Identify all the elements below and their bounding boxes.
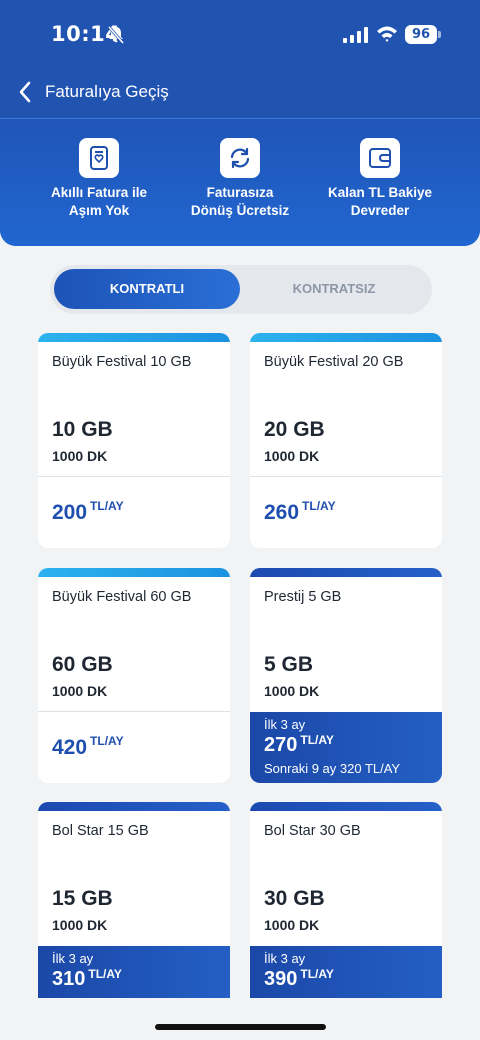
card-accent-bar: [250, 333, 442, 342]
plan-data: 15 GB: [52, 887, 113, 910]
card-divider: [38, 476, 230, 477]
plan-minutes: 1000 DK: [264, 683, 320, 699]
plan-name: Prestij 5 GB: [264, 589, 342, 605]
card-accent-bar: [38, 568, 230, 577]
card-accent-bar: [250, 568, 442, 577]
plan-name: Büyük Festival 10 GB: [52, 354, 192, 370]
card-accent-bar: [38, 333, 230, 342]
promo-price: 270 TL/AY: [264, 733, 334, 757]
price-unit: TL/AY: [88, 967, 122, 981]
plan-data: 60 GB: [52, 653, 113, 676]
plan-name: Bol Star 15 GB: [52, 823, 149, 839]
price-value: 420: [52, 736, 88, 759]
plan-card[interactable]: Büyük Festival 60 GB 60 GB 1000 DK 420 TL…: [38, 568, 230, 783]
plan-data: 30 GB: [264, 887, 325, 910]
price-value: 200: [52, 501, 88, 524]
plan-minutes: 1000 DK: [52, 448, 108, 464]
price-value: 310: [52, 968, 86, 990]
plan-price: 260 TL/AY: [264, 499, 336, 525]
card-accent-bar: [38, 802, 230, 811]
card-accent-bar: [250, 802, 442, 811]
plan-name: Büyük Festival 20 GB: [264, 354, 404, 370]
promo-label: İlk 3 ay: [52, 951, 94, 966]
promo-price: 390 TL/AY: [264, 967, 334, 991]
plan-minutes: 1000 DK: [52, 683, 108, 699]
home-indicator[interactable]: [155, 1024, 326, 1030]
plan-price: 200 TL/AY: [52, 499, 124, 525]
price-unit: TL/AY: [90, 734, 124, 748]
plan-data: 20 GB: [264, 418, 325, 441]
plan-minutes: 1000 DK: [264, 448, 320, 464]
card-divider: [38, 711, 230, 712]
plan-price: 420 TL/AY: [52, 734, 124, 760]
plan-card[interactable]: Büyük Festival 10 GB 10 GB 1000 DK 200 TL…: [38, 333, 230, 548]
promo-panel: İlk 3 ay 270 TL/AY Sonraki 9 ay 320 TL/AY: [250, 712, 442, 783]
plan-minutes: 1000 DK: [264, 917, 320, 933]
promo-panel: İlk 3 ay 310 TL/AY: [38, 946, 230, 998]
price-unit: TL/AY: [300, 967, 334, 981]
plan-card[interactable]: Bol Star 30 GB 30 GB 1000 DK İlk 3 ay 39…: [250, 802, 442, 998]
price-value: 390: [264, 968, 298, 990]
price-unit: TL/AY: [300, 733, 334, 747]
promo-followup: Sonraki 9 ay 320 TL/AY: [264, 761, 401, 776]
plan-card[interactable]: Prestij 5 GB 5 GB 1000 DK İlk 3 ay 270 TL…: [250, 568, 442, 783]
price-unit: TL/AY: [90, 499, 124, 513]
plan-name: Bol Star 30 GB: [264, 823, 361, 839]
plan-list: Büyük Festival 10 GB 10 GB 1000 DK 200 TL…: [0, 0, 480, 998]
price-unit: TL/AY: [302, 499, 336, 513]
plan-card[interactable]: Büyük Festival 20 GB 20 GB 1000 DK 260 TL…: [250, 333, 442, 548]
card-divider: [250, 476, 442, 477]
plan-name: Büyük Festival 60 GB: [52, 589, 192, 605]
plan-data: 5 GB: [264, 653, 314, 676]
promo-price: 310 TL/AY: [52, 967, 122, 991]
plan-card[interactable]: Bol Star 15 GB 15 GB 1000 DK İlk 3 ay 31…: [38, 802, 230, 998]
plan-minutes: 1000 DK: [52, 917, 108, 933]
plan-data: 10 GB: [52, 418, 113, 441]
promo-panel: İlk 3 ay 390 TL/AY: [250, 946, 442, 998]
price-value: 260: [264, 501, 300, 524]
promo-label: İlk 3 ay: [264, 717, 306, 732]
promo-label: İlk 3 ay: [264, 951, 306, 966]
price-value: 270: [264, 734, 298, 756]
